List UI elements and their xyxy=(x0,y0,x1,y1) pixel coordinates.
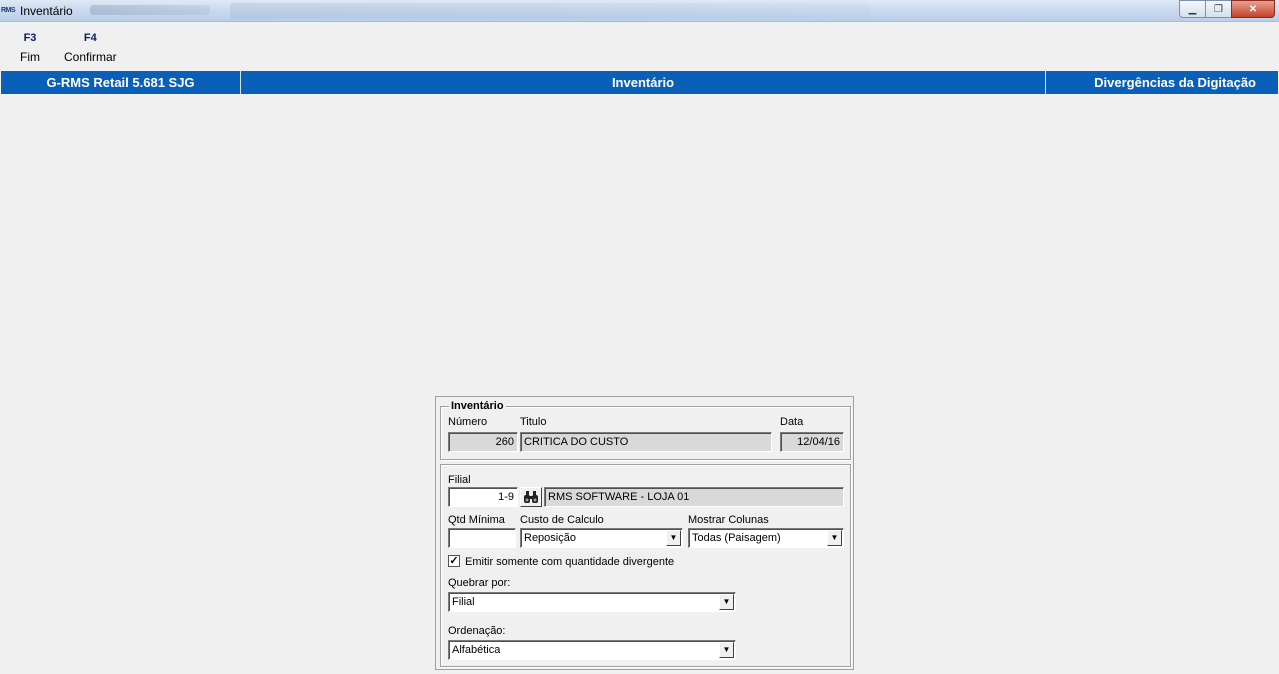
chevron-down-icon[interactable]: ▼ xyxy=(666,530,681,546)
window-controls: ▁ ❐ ✕ xyxy=(1179,0,1275,18)
mostrar-colunas-select[interactable]: Todas (Paisagem) ▼ xyxy=(688,528,844,548)
filial-label: Filial xyxy=(448,474,471,486)
ordenacao-select-value: Alfabética xyxy=(452,644,501,656)
ordenacao-select[interactable]: Alfabética ▼ xyxy=(448,640,736,660)
emitir-divergente-label: Emitir somente com quantidade divergente xyxy=(465,556,675,568)
binoculars-icon xyxy=(524,491,538,503)
data-field: 12/04/16 xyxy=(780,432,844,452)
group-title: Inventário xyxy=(449,400,506,412)
emitir-divergente-checkbox[interactable]: ✓ xyxy=(448,555,460,567)
fkey-label: Fim xyxy=(20,50,40,64)
minimize-button[interactable]: ▁ xyxy=(1179,0,1205,18)
quebrar-select[interactable]: Filial ▼ xyxy=(448,592,736,612)
chevron-down-icon[interactable]: ▼ xyxy=(719,642,734,658)
qtd-minima-input[interactable] xyxy=(448,528,516,548)
titulo-label: Titulo xyxy=(520,416,547,428)
options-group: Filial 1-9 RMS SOFTWARE - LOJA 01 Qtd Mí… xyxy=(440,464,851,667)
screen-title: Divergências da Digitação xyxy=(1094,75,1256,90)
close-button[interactable]: ✕ xyxy=(1231,0,1275,18)
fkey-label: Confirmar xyxy=(64,50,117,64)
numero-field: 260 xyxy=(448,432,518,452)
blurred-taskbar-text xyxy=(90,5,210,15)
quebrar-label: Quebrar por: xyxy=(448,577,511,589)
inventario-group: Inventário Número Titulo Data 260 CRITIC… xyxy=(440,400,851,460)
f3-fim-button[interactable]: F3 Fim xyxy=(20,32,40,64)
titulo-field: CRITICA DO CUSTO xyxy=(520,432,772,452)
ordenacao-label: Ordenação: xyxy=(448,625,506,637)
qtd-minima-label: Qtd Mínima xyxy=(448,514,505,526)
custo-select[interactable]: Reposição ▼ xyxy=(520,528,683,548)
data-label: Data xyxy=(780,416,804,428)
quebrar-select-value: Filial xyxy=(452,596,475,608)
mostrar-colunas-label: Mostrar Colunas xyxy=(688,514,769,526)
chevron-down-icon[interactable]: ▼ xyxy=(719,594,734,610)
module-title: Inventário xyxy=(241,71,1046,94)
inventory-dialog: Inventário Número Titulo Data 260 CRITIC… xyxy=(435,396,854,670)
filial-input[interactable]: 1-9 xyxy=(448,487,518,507)
system-version: G-RMS Retail 5.681 SJG xyxy=(1,71,241,94)
title-bar: RMS Inventário ▁ ❐ ✕ xyxy=(0,0,1279,22)
filial-name-field: RMS SOFTWARE - LOJA 01 xyxy=(544,487,844,507)
numero-label: Número xyxy=(448,416,488,428)
maximize-button[interactable]: ❐ xyxy=(1205,0,1231,18)
f4-confirmar-button[interactable]: F4 Confirmar xyxy=(64,32,117,64)
custo-label: Custo de Calculo xyxy=(520,514,604,526)
chevron-down-icon[interactable]: ▼ xyxy=(827,530,842,546)
window-title: Inventário xyxy=(20,4,73,18)
mostrar-colunas-value: Todas (Paisagem) xyxy=(692,532,781,544)
fkey-code: F4 xyxy=(83,32,97,44)
fkey-code: F3 xyxy=(23,32,37,44)
app-icon: RMS xyxy=(1,7,16,14)
custo-select-value: Reposição xyxy=(524,532,576,544)
search-filial-button[interactable] xyxy=(520,487,542,507)
blurred-taskbar-items xyxy=(230,3,870,19)
header-bar: G-RMS Retail 5.681 SJG Inventário Diverg… xyxy=(1,71,1278,94)
